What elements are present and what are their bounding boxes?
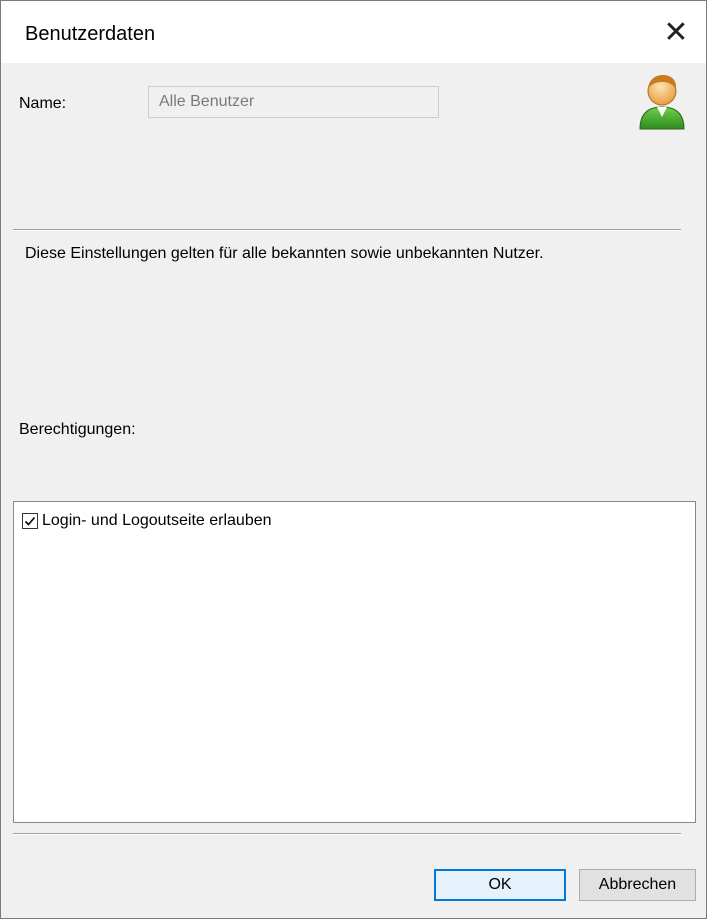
permission-label: Login- und Logoutseite erlauben <box>42 512 272 529</box>
separator-top <box>13 229 681 231</box>
checkmark-icon <box>24 516 36 526</box>
dialog-title: Benutzerdaten <box>25 23 156 45</box>
permission-checkbox[interactable] <box>22 513 38 529</box>
user-icon <box>639 75 685 130</box>
title-bar: Benutzerdaten ✕ <box>1 1 706 63</box>
name-field[interactable]: Alle Benutzer <box>148 86 439 118</box>
close-icon: ✕ <box>663 15 689 49</box>
ok-button[interactable]: OK <box>434 869 566 901</box>
list-item[interactable]: Login- und Logoutseite erlauben <box>22 512 272 530</box>
separator-bottom <box>13 833 681 835</box>
permissions-list[interactable]: Login- und Logoutseite erlauben <box>13 501 696 823</box>
cancel-button[interactable]: Abbrechen <box>579 869 696 901</box>
dialog-window: Benutzerdaten ✕ Name: Alle Benutzer Dies… <box>0 0 707 919</box>
info-text: Diese Einstellungen gelten für alle beka… <box>25 245 544 262</box>
permissions-label: Berechtigungen: <box>19 421 136 438</box>
close-button[interactable]: ✕ <box>646 1 706 63</box>
name-label: Name: <box>19 95 67 112</box>
